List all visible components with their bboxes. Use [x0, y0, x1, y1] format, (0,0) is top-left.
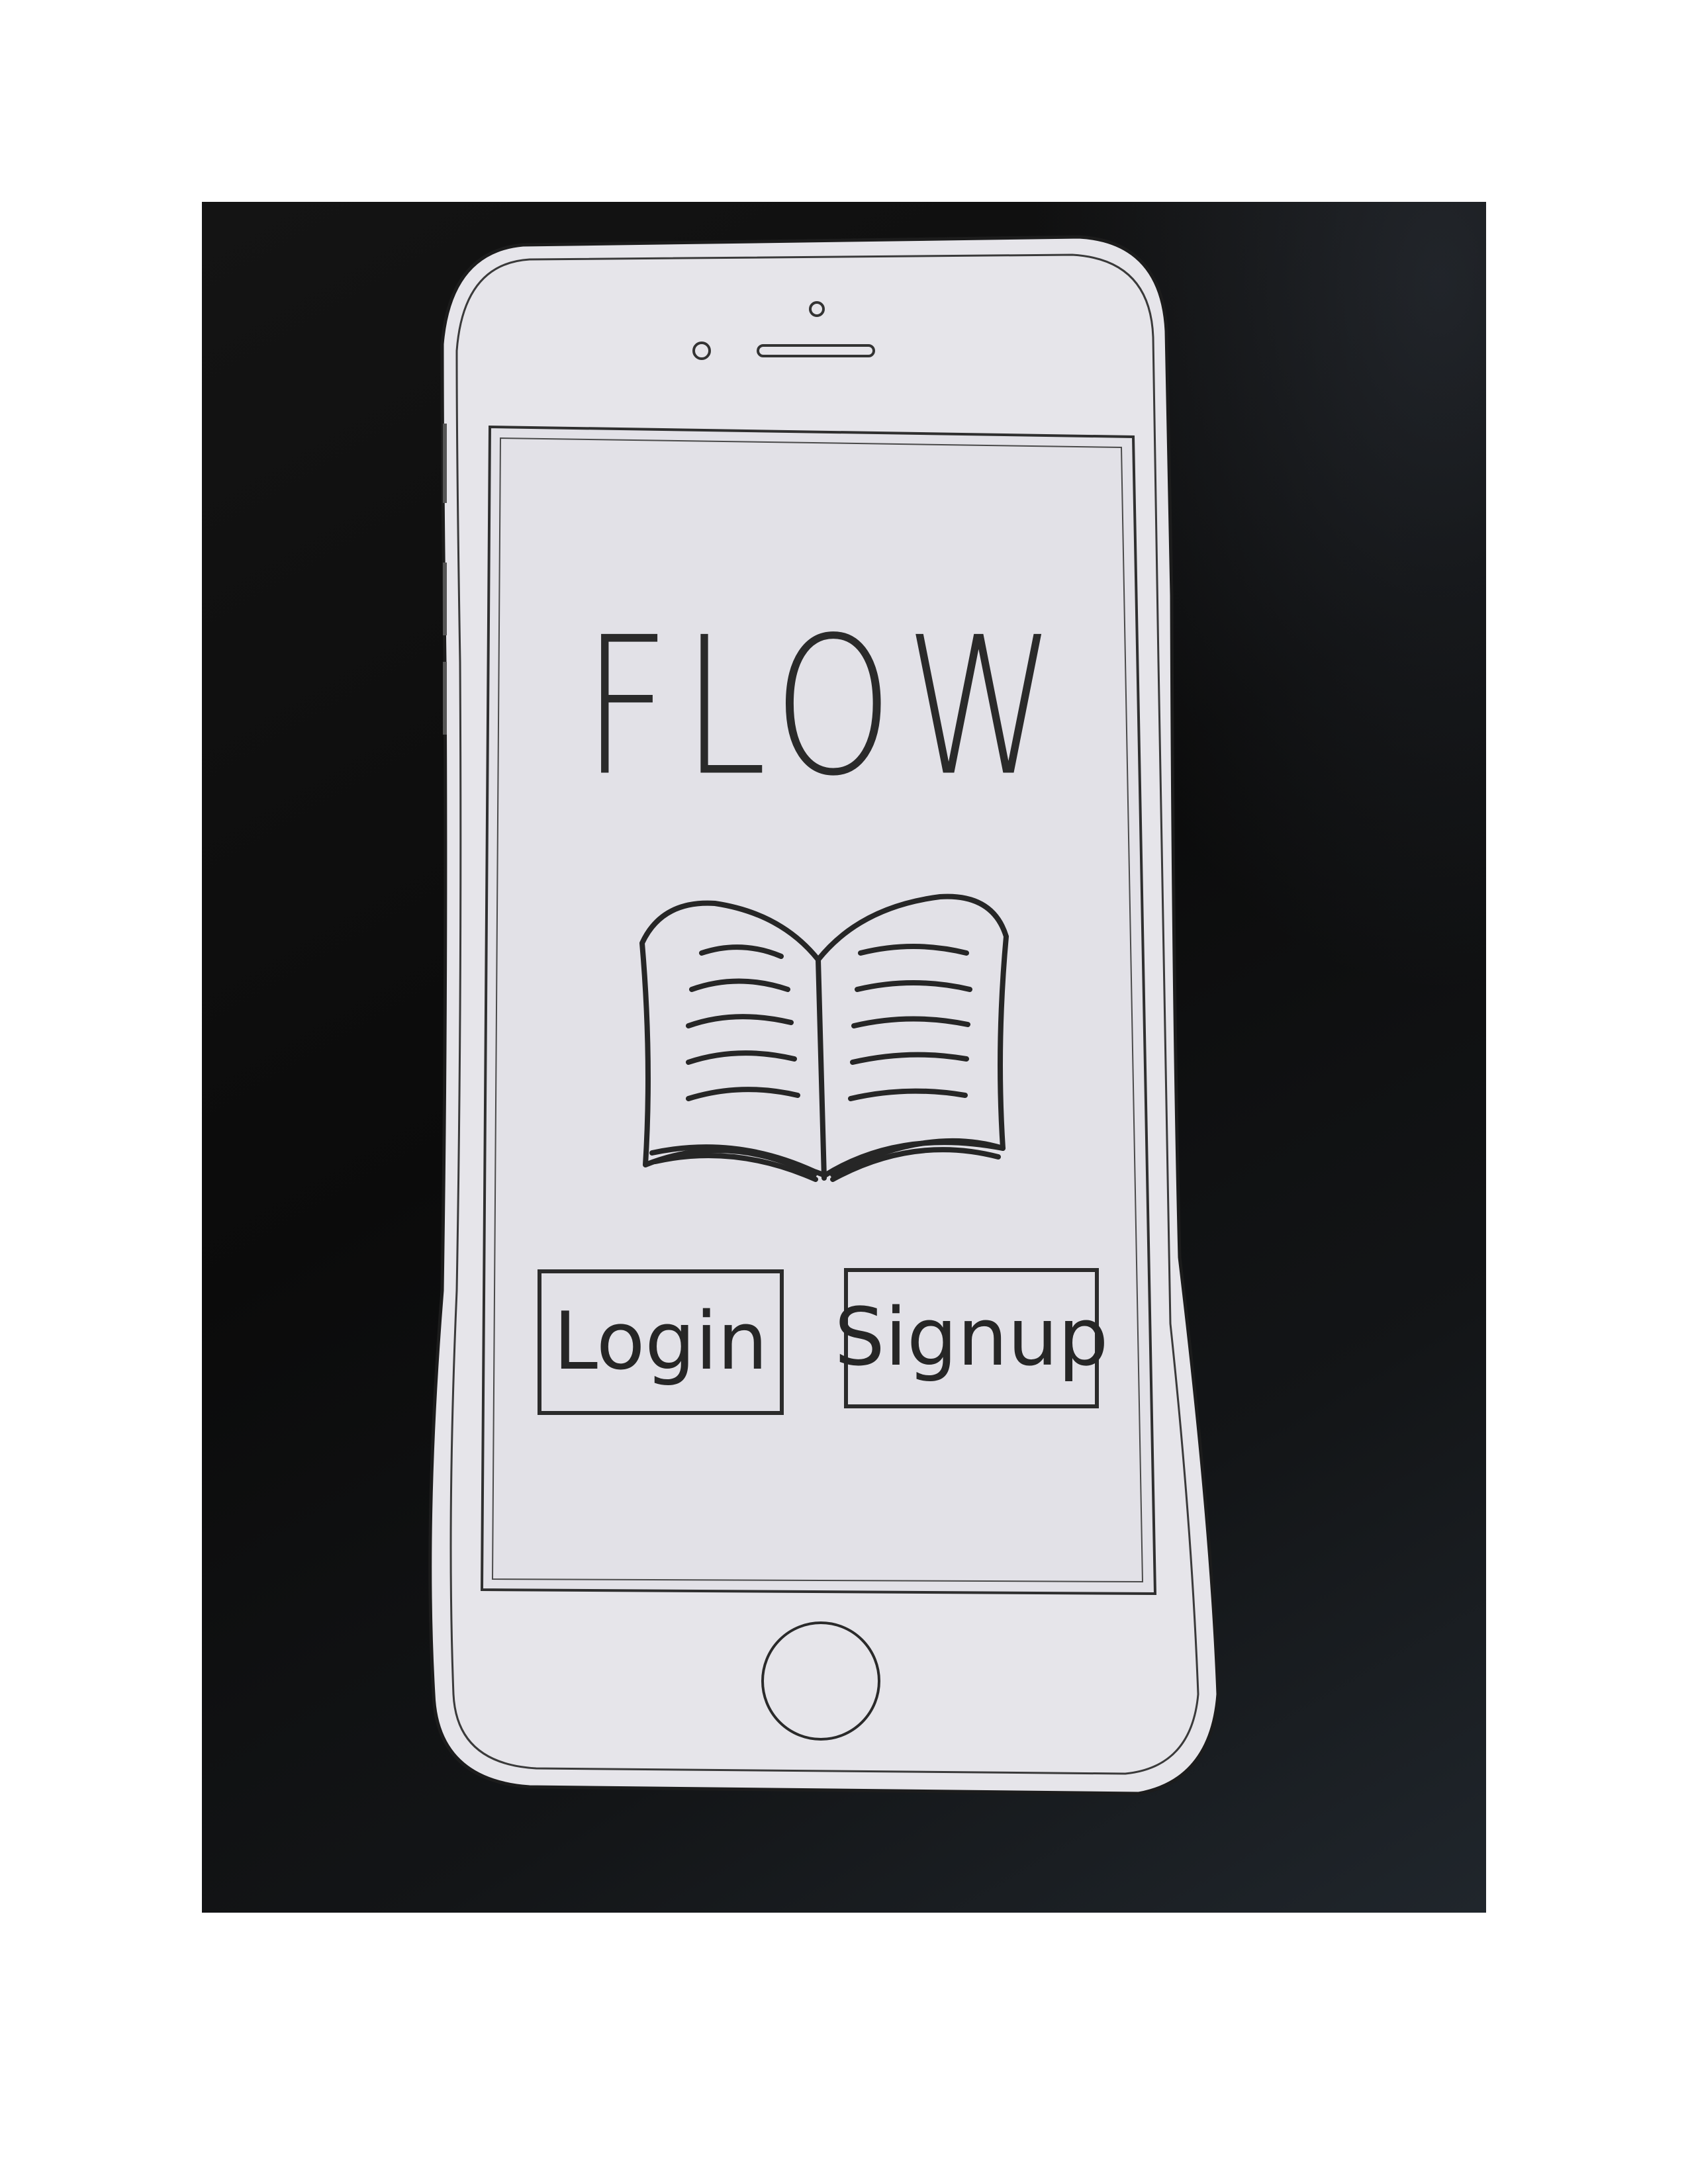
signup-button-label: Signup — [834, 1292, 1109, 1384]
login-button-label: Login — [553, 1296, 768, 1388]
app-title: FLOW — [583, 597, 1068, 819]
paper-phone-sketch — [428, 235, 1220, 1796]
signup-button[interactable]: Signup — [835, 1268, 1108, 1408]
login-button[interactable]: Login — [538, 1269, 784, 1415]
